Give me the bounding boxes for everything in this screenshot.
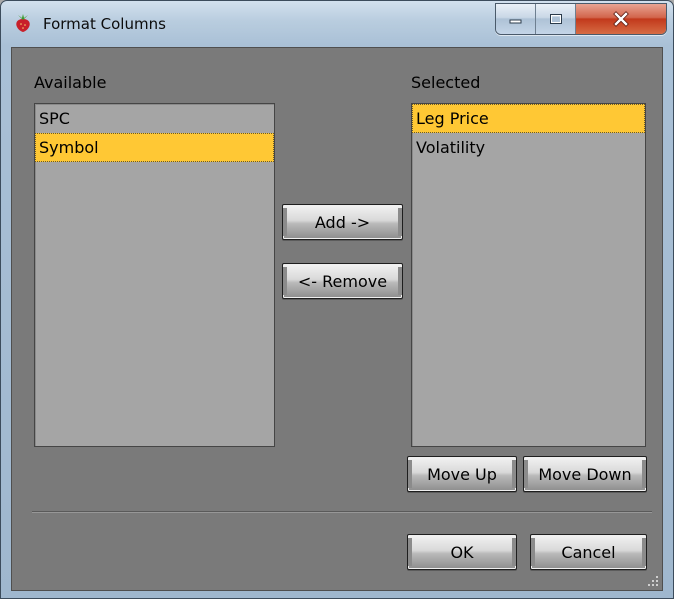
add-button[interactable]: Add -> xyxy=(282,204,403,240)
remove-button[interactable]: <- Remove xyxy=(282,263,403,299)
minimize-button[interactable] xyxy=(496,4,536,34)
close-button[interactable] xyxy=(576,4,666,34)
available-item-symbol[interactable]: Symbol xyxy=(35,133,274,162)
dialog-body: Available SPC Symbol Selected Leg Price … xyxy=(11,47,663,591)
selected-listbox[interactable]: Leg Price Volatility xyxy=(411,103,646,447)
move-down-button[interactable]: Move Down xyxy=(523,456,647,492)
selected-label: Selected xyxy=(411,73,481,92)
ok-button[interactable]: OK xyxy=(407,534,517,570)
maximize-icon xyxy=(549,14,562,24)
title-bar[interactable]: Format Columns xyxy=(1,1,673,47)
available-label: Available xyxy=(34,73,107,92)
strawberry-app-icon xyxy=(16,14,30,32)
maximize-button[interactable] xyxy=(536,4,576,34)
available-item-spc[interactable]: SPC xyxy=(35,104,274,133)
selected-item-volatility[interactable]: Volatility xyxy=(412,133,645,162)
cancel-button[interactable]: Cancel xyxy=(530,534,647,570)
resize-grip-icon[interactable] xyxy=(646,574,660,588)
available-listbox[interactable]: SPC Symbol xyxy=(34,103,275,447)
separator xyxy=(32,511,652,512)
minimize-icon xyxy=(509,19,521,24)
close-icon xyxy=(613,11,629,27)
window-title: Format Columns xyxy=(43,15,166,33)
caption-buttons xyxy=(495,3,667,35)
format-columns-dialog: Format Columns Available SPC Symbol Sele… xyxy=(0,0,674,599)
selected-item-leg-price[interactable]: Leg Price xyxy=(412,104,645,133)
move-up-button[interactable]: Move Up xyxy=(407,456,517,492)
